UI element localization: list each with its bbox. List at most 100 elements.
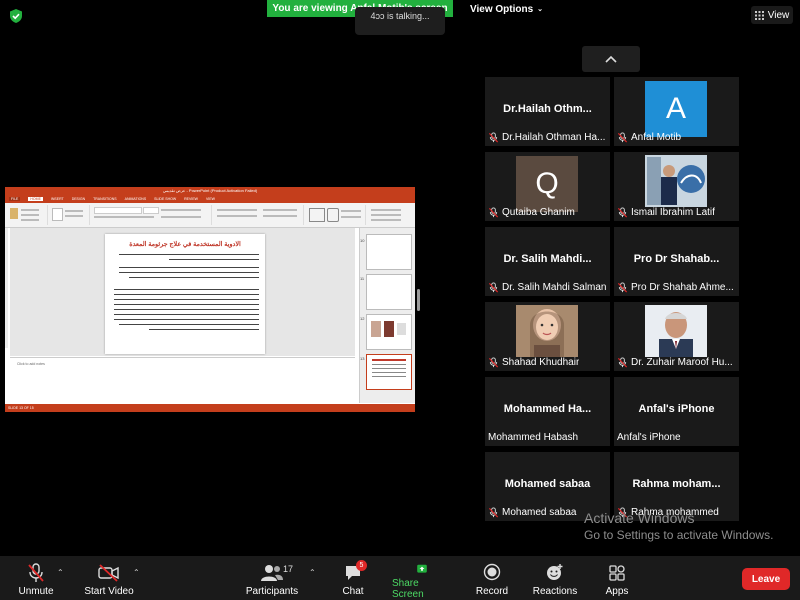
participant-tile[interactable]: A Anfal Motib bbox=[614, 77, 739, 146]
clipboard-group bbox=[7, 205, 48, 225]
avatar: A bbox=[645, 81, 707, 137]
caret-up-icon[interactable]: ⌃ bbox=[133, 568, 140, 577]
ribbon-tab[interactable]: REVIEW bbox=[184, 197, 198, 201]
participant-display-name: Anfal's iPhone bbox=[638, 403, 715, 415]
participant-tile[interactable]: Mohammed Ha... Mohammed Habash bbox=[485, 377, 610, 446]
shared-screen[interactable]: عرض تقديمي - PowerPoint (Product Activat… bbox=[5, 187, 415, 412]
slide-editor[interactable]: الادوية المستخدمة في علاج جرثومة المعدة bbox=[10, 228, 355, 356]
caret-up-icon[interactable]: ⌃ bbox=[57, 568, 64, 577]
activate-windows-title: Activate Windows bbox=[584, 510, 695, 526]
microphone-muted-icon bbox=[488, 507, 499, 518]
ribbon-tab[interactable]: ANIMATIONS bbox=[125, 197, 147, 201]
participant-name: Anfal's iPhone bbox=[617, 432, 681, 443]
participant-name: Dr. Salih Mahdi Salman bbox=[502, 282, 607, 293]
thumb-number: 12 bbox=[360, 316, 365, 321]
participant-tile[interactable]: Pro Dr Shahab... Pro Dr Shahab Ahme... bbox=[614, 227, 739, 296]
profile-photo bbox=[516, 305, 578, 357]
view-button-label: View bbox=[767, 9, 790, 21]
ribbon-tab[interactable]: SLIDE SHOW bbox=[154, 197, 176, 201]
current-slide[interactable]: الادوية المستخدمة في علاج جرثومة المعدة bbox=[105, 234, 265, 354]
participant-name: Dr.Hailah Othman Ha... bbox=[502, 132, 606, 143]
start-video-button[interactable]: Start Video bbox=[82, 560, 136, 600]
gallery-scroll-up-button[interactable] bbox=[582, 46, 640, 72]
participant-name-label: Dr. Zuhair Maroof Hu... bbox=[617, 357, 733, 368]
slides-group bbox=[49, 205, 90, 225]
apps-button[interactable]: Apps bbox=[600, 560, 634, 600]
participants-count: 17 bbox=[283, 564, 294, 574]
thumb-number: 11 bbox=[360, 276, 365, 281]
participant-name: Dr. Zuhair Maroof Hu... bbox=[631, 357, 733, 368]
participant-name: Anfal Motib bbox=[631, 132, 682, 143]
unmute-button[interactable]: Unmute bbox=[14, 560, 58, 600]
microphone-muted-icon bbox=[488, 132, 499, 143]
security-shield-icon[interactable] bbox=[8, 8, 24, 24]
record-button[interactable]: Record bbox=[472, 560, 512, 600]
ribbon-tabs: FILE HOME INSERT DESIGN TRANSITIONS ANIM… bbox=[5, 195, 415, 203]
apps-label: Apps bbox=[605, 586, 629, 597]
participant-tile[interactable]: Anfal's iPhone Anfal's iPhone bbox=[614, 377, 739, 446]
participant-name-label: Dr. Salih Mahdi Salman bbox=[488, 282, 607, 293]
share-screen-button[interactable]: Share Screen bbox=[392, 560, 452, 600]
avatar: Q bbox=[516, 156, 578, 212]
microphone-muted-icon bbox=[28, 563, 44, 582]
reactions-button[interactable]: Reactions bbox=[530, 560, 580, 600]
font-group bbox=[91, 205, 212, 225]
caret-up-icon[interactable]: ⌃ bbox=[309, 568, 316, 577]
slide-thumbnail[interactable] bbox=[366, 234, 412, 270]
participant-display-name: Rahma moham... bbox=[632, 478, 721, 490]
ribbon-tab[interactable]: TRANSITIONS bbox=[93, 197, 117, 201]
slide-pane-edge bbox=[5, 228, 8, 348]
panel-resize-handle[interactable] bbox=[417, 289, 420, 311]
ribbon-tab[interactable]: HOME bbox=[28, 197, 43, 201]
thumb-number: 10 bbox=[360, 238, 365, 243]
ribbon-tab[interactable]: INSERT bbox=[51, 197, 64, 201]
ribbon-tab[interactable]: DESIGN bbox=[72, 197, 85, 201]
view-button[interactable]: View bbox=[751, 6, 793, 24]
ribbon-tab[interactable]: FILE bbox=[9, 197, 21, 201]
participant-tile[interactable]: Q Qutaiba Ghanim bbox=[485, 152, 610, 221]
participant-display-name: Mohammed Ha... bbox=[503, 403, 592, 415]
participant-tile[interactable]: Dr. Salih Mahdi... Dr. Salih Mahdi Salman bbox=[485, 227, 610, 296]
participant-tile[interactable]: Dr. Zuhair Maroof Hu... bbox=[614, 302, 739, 371]
view-options-label: View Options bbox=[470, 3, 534, 15]
share-screen-label: Share Screen bbox=[392, 578, 424, 600]
participant-name-label: Dr.Hailah Othman Ha... bbox=[488, 132, 605, 143]
participant-name: Mohammed Habash bbox=[488, 432, 579, 443]
participant-tile[interactable]: Dr.Hailah Othm... Dr.Hailah Othman Ha... bbox=[485, 77, 610, 146]
profile-photo bbox=[645, 155, 707, 207]
view-options-button[interactable]: View Options ⌄ bbox=[470, 1, 543, 17]
chat-label: Chat bbox=[342, 586, 364, 597]
record-icon bbox=[483, 563, 501, 581]
ribbon-tab[interactable]: VIEW bbox=[206, 197, 215, 201]
smiley-plus-icon bbox=[547, 564, 563, 580]
activate-windows-subtitle: Go to Settings to activate Windows. bbox=[584, 528, 774, 542]
participant-name: Ismail Ibrahim Latif bbox=[631, 207, 715, 218]
leave-button[interactable]: Leave bbox=[742, 568, 790, 590]
participants-label: Participants bbox=[245, 586, 299, 597]
slide-thumbnail-selected[interactable] bbox=[366, 354, 412, 390]
participant-name-label: Pro Dr Shahab Ahme... bbox=[617, 282, 734, 293]
microphone-muted-icon bbox=[617, 282, 628, 293]
participant-tile[interactable]: Ismail Ibrahim Latif bbox=[614, 152, 739, 221]
chevron-down-icon: ⌄ bbox=[537, 6, 544, 13]
participant-name-label: Mohamed sabaa bbox=[488, 507, 577, 518]
notes-placeholder: Click to add notes bbox=[17, 362, 45, 366]
ribbon-toolbar bbox=[5, 203, 415, 228]
paragraph-group bbox=[213, 205, 304, 225]
participant-name-label: Shahad Khudhair bbox=[488, 357, 579, 368]
apps-grid-icon bbox=[609, 565, 625, 581]
grid-icon bbox=[754, 10, 764, 20]
slide-thumbnails: 10 11 12 13 bbox=[359, 228, 415, 403]
slide-thumbnail[interactable] bbox=[366, 314, 412, 350]
talking-indicator: 4ɔɔ is talking... bbox=[355, 7, 445, 35]
notes-pane[interactable]: Click to add notes bbox=[10, 357, 355, 403]
chat-unread-badge: 5 bbox=[356, 560, 367, 571]
unmute-label: Unmute bbox=[18, 586, 54, 597]
slide-thumbnail[interactable] bbox=[366, 274, 412, 310]
participant-tile[interactable]: Shahad Khudhair bbox=[485, 302, 610, 371]
participant-name-label: Mohammed Habash bbox=[488, 432, 578, 443]
participant-display-name: Dr. Salih Mahdi... bbox=[503, 253, 592, 265]
participant-name: Pro Dr Shahab Ahme... bbox=[631, 282, 734, 293]
microphone-muted-icon bbox=[488, 282, 499, 293]
participant-name: Qutaiba Ghanim bbox=[502, 207, 575, 218]
